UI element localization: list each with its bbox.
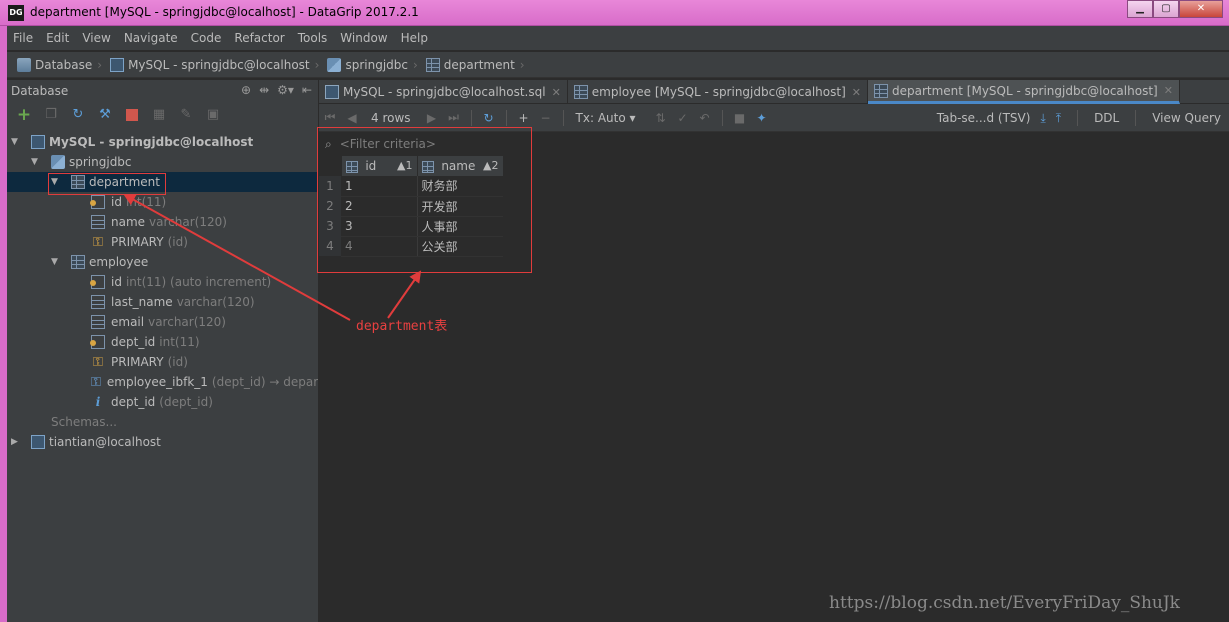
watermark: https://blog.csdn.net/EveryFriDay_ShuJk [829, 593, 1180, 613]
arrow-to-tree-item [123, 194, 351, 321]
annotation-arrows [123, 194, 422, 321]
arrow-to-grid [387, 270, 422, 319]
annotation-label: department表 [356, 319, 448, 334]
